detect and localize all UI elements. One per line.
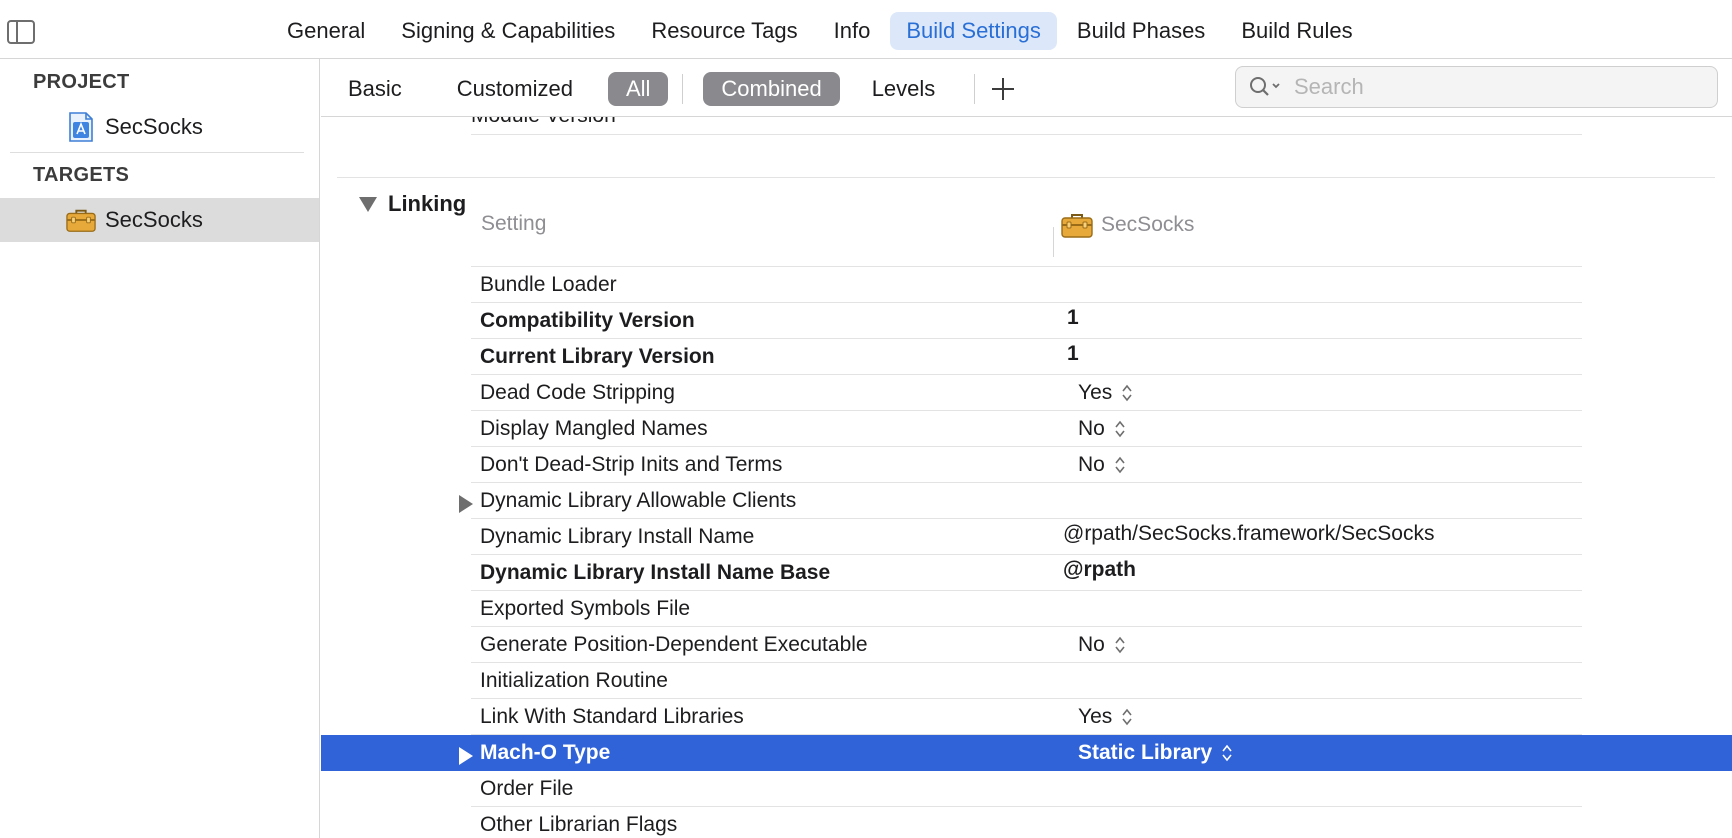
setting-row-compatibility-version[interactable]: Compatibility Version 1: [321, 303, 1732, 339]
tab-info[interactable]: Info: [818, 12, 887, 50]
filter-basic-button[interactable]: Basic: [321, 72, 421, 106]
sidebar-item-label: SecSocks: [105, 114, 203, 139]
setting-row-dynamic-library-install-name-base[interactable]: Dynamic Library Install Name Base @rpath: [321, 555, 1732, 591]
filter-customized-button[interactable]: Customized: [421, 72, 592, 106]
chevron-updown-icon: [1121, 383, 1133, 403]
column-header-setting: Setting: [481, 212, 547, 235]
tab-build-phases[interactable]: Build Phases: [1061, 12, 1221, 50]
filter-divider: [974, 74, 976, 104]
setting-row-current-library-version[interactable]: Current Library Version 1: [321, 339, 1732, 375]
section-divider: [337, 177, 1715, 178]
filter-levels-button[interactable]: Levels: [846, 72, 955, 106]
column-divider: [1053, 227, 1054, 257]
sidebar-item-label: SecSocks: [105, 207, 203, 232]
plus-icon: [992, 78, 1015, 100]
disclosure-right-icon[interactable]: [459, 747, 473, 765]
setting-row-dont-dead-strip[interactable]: Don't Dead-Strip Inits and Terms No: [321, 447, 1732, 483]
toolbox-icon: [1061, 212, 1093, 238]
project-header: PROJECT: [33, 71, 130, 93]
section-linking[interactable]: Linking: [359, 191, 467, 217]
disclosure-right-icon[interactable]: [459, 495, 473, 513]
value-popup[interactable]: No: [1069, 453, 1126, 477]
value-popup[interactable]: No: [1069, 417, 1126, 441]
add-setting-button[interactable]: [983, 72, 1023, 106]
setting-row-display-mangled-names[interactable]: Display Mangled Names No: [321, 411, 1732, 447]
sidebar-item-target[interactable]: SecSocks: [0, 198, 319, 242]
top-tabs: General Signing & Capabilities Resource …: [271, 12, 1369, 50]
value-popup[interactable]: Static Library: [1069, 741, 1233, 765]
setting-row-order-file[interactable]: Order File: [321, 771, 1732, 807]
tab-general[interactable]: General: [271, 12, 381, 50]
setting-row-mach-o-type[interactable]: Mach-O Type Static Library: [321, 735, 1732, 771]
build-settings-filter-bar: Basic Customized All Combined Levels: [321, 59, 1732, 117]
column-header-target: SecSocks: [1061, 212, 1194, 238]
setting-row-initialization-routine[interactable]: Initialization Routine: [321, 663, 1732, 699]
sidebar-item-project[interactable]: SecSocks: [0, 105, 319, 149]
toolbox-icon: [66, 205, 96, 235]
tab-build-rules[interactable]: Build Rules: [1225, 12, 1368, 50]
chevron-updown-icon: [1221, 743, 1233, 763]
value-popup[interactable]: Yes: [1069, 381, 1133, 405]
setting-row-other-librarian-flags[interactable]: Other Librarian Flags: [321, 807, 1732, 838]
disclosure-down-icon[interactable]: [359, 196, 377, 212]
tab-signing-capabilities[interactable]: Signing & Capabilities: [385, 12, 631, 50]
filter-all-button[interactable]: All: [607, 72, 669, 106]
chevron-updown-icon: [1114, 635, 1126, 655]
value-popup[interactable]: Yes: [1069, 705, 1133, 729]
setting-row-exported-symbols-file[interactable]: Exported Symbols File: [321, 591, 1732, 627]
tab-build-settings[interactable]: Build Settings: [890, 12, 1057, 50]
setting-row-dead-code-stripping[interactable]: Dead Code Stripping Yes: [321, 375, 1732, 411]
filter-combined-button[interactable]: Combined: [703, 72, 840, 106]
project-navigator: PROJECT SecSocks TARGETS SecSocks: [0, 59, 320, 838]
sidebar-divider: [10, 152, 304, 153]
editor-tab-bar: General Signing & Capabilities Resource …: [0, 0, 1732, 59]
setting-row-dynamic-library-allowable-clients[interactable]: Dynamic Library Allowable Clients: [321, 483, 1732, 519]
filter-divider: [682, 74, 684, 104]
search-field[interactable]: [1235, 66, 1718, 108]
sidebar-toggle-icon[interactable]: [7, 20, 35, 44]
section-title: Linking: [388, 191, 467, 216]
row-divider: [471, 134, 1582, 135]
chevron-updown-icon: [1114, 419, 1126, 439]
partial-setting-name: Module Version: [471, 117, 616, 128]
chevron-updown-icon: [1114, 455, 1126, 475]
search-icon[interactable]: [1248, 74, 1286, 100]
search-input[interactable]: [1294, 74, 1694, 100]
setting-row-link-with-standard-libraries[interactable]: Link With Standard Libraries Yes: [321, 699, 1732, 735]
setting-row-dynamic-library-install-name[interactable]: Dynamic Library Install Name @rpath/SecS…: [321, 519, 1732, 555]
filter-buttons: Basic Customized All Combined Levels: [321, 72, 1023, 106]
value-popup[interactable]: No: [1069, 633, 1126, 657]
setting-row-bundle-loader[interactable]: Bundle Loader: [321, 267, 1732, 303]
targets-header: TARGETS: [33, 164, 130, 186]
chevron-updown-icon: [1121, 707, 1133, 727]
build-settings-list: Module Version Linking Setting SecSocks …: [321, 117, 1732, 838]
tab-resource-tags[interactable]: Resource Tags: [635, 12, 813, 50]
project-file-icon: [66, 112, 96, 142]
setting-row-generate-position-dependent-executable[interactable]: Generate Position-Dependent Executable N…: [321, 627, 1732, 663]
